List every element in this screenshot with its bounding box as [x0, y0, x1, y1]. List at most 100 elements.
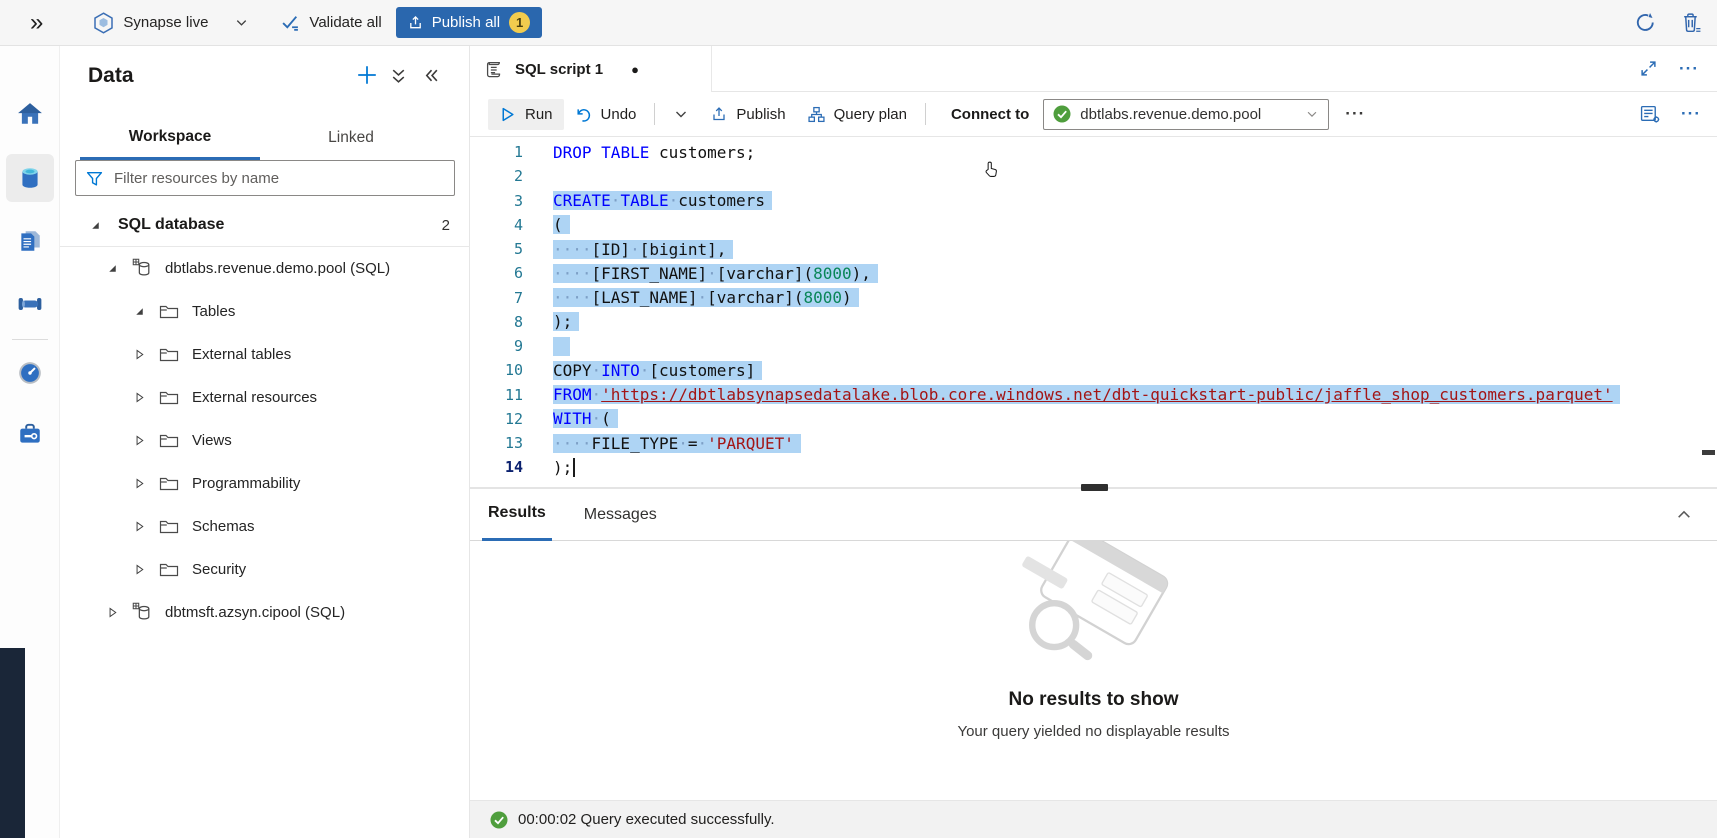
text-caret [573, 458, 575, 477]
publish-all-button[interactable]: Publish all 1 [396, 7, 542, 38]
code-line[interactable]: 12WITH·( [470, 407, 1717, 431]
tree-item-label: SQL database [118, 216, 224, 234]
filter-input[interactable] [112, 169, 444, 188]
code-line[interactable]: 7····[LAST_NAME]·[varchar](8000) [470, 286, 1717, 310]
synapse-studio-window: » Synapse live Validate all Publish all … [0, 0, 1717, 838]
query-status-bar: 00:00:02 Query executed successfully. [470, 800, 1717, 838]
expanded-arrow-icon [106, 262, 119, 275]
empty-results-title: No results to show [1009, 689, 1179, 711]
tab-linked[interactable]: Linked [300, 116, 402, 160]
rail-item-develop[interactable] [17, 228, 43, 254]
sql-pool-icon [132, 602, 153, 623]
collapse-panel-icon[interactable] [422, 67, 440, 84]
tree-item-label: Security [192, 561, 246, 578]
connection-name: dbtlabs.revenue.demo.pool [1080, 106, 1296, 123]
code-line[interactable]: 14); [470, 455, 1717, 479]
add-resource-icon[interactable] [356, 64, 378, 86]
tab-results[interactable]: Results [482, 489, 552, 541]
code-line[interactable]: 11FROM·'https://dbtlabsynapsedatalake.bl… [470, 383, 1717, 407]
line-number: 8 [470, 313, 553, 331]
run-button[interactable]: Run [488, 99, 564, 130]
rail-item-data[interactable] [17, 165, 43, 191]
run-options-chevron[interactable] [662, 99, 700, 129]
publish-count-badge: 1 [509, 12, 530, 33]
code-line[interactable]: 3CREATE·TABLE·customers [470, 189, 1717, 213]
success-check-icon [490, 811, 508, 829]
pipeline-icon [17, 291, 43, 317]
tree-item[interactable]: Security [60, 548, 470, 591]
tree-item[interactable]: Programmability [60, 462, 470, 505]
code-line[interactable]: 5····[ID]·[bigint], [470, 237, 1717, 261]
tree-item[interactable]: Schemas [60, 505, 470, 548]
code-line[interactable]: 10COPY·INTO·[customers] [470, 358, 1717, 382]
publish-upload-icon [711, 106, 727, 122]
collapse-results-icon[interactable] [1675, 506, 1717, 523]
query-plan-button[interactable]: Query plan [797, 99, 918, 130]
folder-icon [159, 389, 179, 406]
rail-item-monitor[interactable] [17, 360, 43, 386]
left-nav-rail [0, 46, 60, 838]
folder-icon [159, 561, 179, 578]
tree-item[interactable]: Views [60, 419, 470, 462]
connection-dropdown[interactable]: dbtlabs.revenue.demo.pool [1043, 99, 1329, 130]
discard-trash-icon[interactable] [1682, 12, 1701, 33]
code-line[interactable]: 13····FILE_TYPE·=·'PARQUET' [470, 431, 1717, 455]
run-label: Run [525, 106, 553, 123]
collapse-all-icon[interactable] [390, 67, 407, 86]
validate-all-button[interactable]: Validate all [309, 14, 381, 31]
tree-item[interactable]: dbtlabs.revenue.demo.pool (SQL) [60, 247, 470, 290]
code-line[interactable]: 6····[FIRST_NAME]·[varchar](8000), [470, 261, 1717, 285]
code-editor[interactable]: 1DROP TABLE customers;23CREATE·TABLE·cus… [470, 137, 1717, 487]
tree-item[interactable]: External tables [60, 333, 470, 376]
code-line[interactable]: 2 [470, 164, 1717, 188]
collapsed-arrow-icon [133, 520, 146, 533]
properties-icon[interactable] [1640, 105, 1661, 124]
connection-ok-icon [1053, 105, 1071, 123]
folder-icon [159, 303, 179, 320]
query-plan-label: Query plan [834, 106, 907, 123]
folder-icon [159, 346, 179, 363]
rail-item-home[interactable] [17, 101, 43, 127]
data-panel-tabs: Workspace Linked [60, 116, 470, 160]
tree-item[interactable]: Tables [60, 290, 470, 333]
environment-chevron-down-icon[interactable] [234, 15, 249, 30]
tree-item[interactable]: dbtmsft.azsyn.cipool (SQL) [60, 591, 470, 634]
line-number: 3 [470, 192, 553, 210]
tab-sql-script-1[interactable]: SQL script 1 ● [470, 46, 712, 92]
gauge-icon [17, 360, 43, 386]
editor-toolbar: Run Undo Publish Query plan Connect to [470, 92, 1717, 137]
sql-pool-icon [132, 258, 153, 279]
empty-results-subtitle: Your query yielded no displayable result… [957, 723, 1229, 740]
tree-item[interactable]: SQL database2 [60, 204, 470, 247]
environment-selector-label[interactable]: Synapse live [123, 14, 208, 31]
rail-item-manage[interactable] [17, 421, 43, 447]
code-line[interactable]: 8); [470, 310, 1717, 334]
toolbar-overflow-icon[interactable]: ··· [1681, 104, 1701, 124]
code-line[interactable]: 1DROP TABLE customers; [470, 140, 1717, 164]
tab-workspace[interactable]: Workspace [80, 116, 260, 160]
code-line[interactable]: 4( [470, 213, 1717, 237]
synapse-live-icon [93, 12, 114, 34]
folder-icon [159, 432, 179, 449]
data-explorer-panel: Data WorkspaceLinked SQL database2dbtlab… [60, 46, 470, 838]
folder-icon [159, 518, 179, 535]
tree-item[interactable]: External resources [60, 376, 470, 419]
expand-editor-icon[interactable] [1640, 60, 1657, 77]
collapsed-arrow-icon [133, 391, 146, 404]
tree-item-label: Programmability [192, 475, 300, 492]
undo-button[interactable]: Undo [564, 99, 648, 130]
publish-button[interactable]: Publish [700, 99, 796, 130]
validate-icon [281, 14, 300, 31]
tab-messages[interactable]: Messages [578, 489, 663, 541]
rail-item-integrate[interactable] [17, 291, 43, 317]
refresh-icon[interactable] [1635, 12, 1656, 33]
code-line[interactable]: 9 [470, 334, 1717, 358]
toolbar-more-icon[interactable]: ··· [1345, 104, 1365, 124]
tree-item-label: dbtmsft.azsyn.cipool (SQL) [165, 604, 345, 621]
tree-item-label: External tables [192, 346, 291, 363]
tab-more-icon[interactable]: ··· [1679, 59, 1699, 79]
results-empty-state: No results to show Your query yielded no… [470, 541, 1717, 800]
expand-sidebar-icon[interactable]: » [30, 11, 43, 35]
expanded-arrow-icon [89, 219, 102, 232]
collapsed-arrow-icon [133, 563, 146, 576]
